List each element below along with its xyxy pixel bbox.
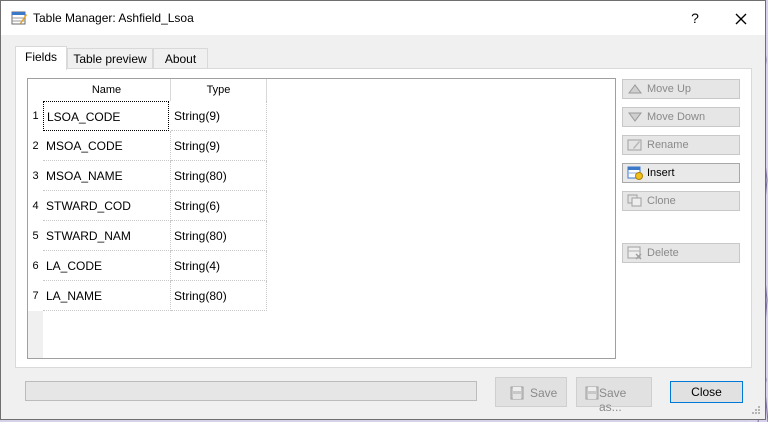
save-icon xyxy=(510,386,524,400)
field-type-cell[interactable]: String(9) xyxy=(171,131,267,161)
header-type[interactable]: Type xyxy=(171,79,267,101)
row-number: 5 xyxy=(28,221,43,251)
save-as-button[interactable]: Save as... xyxy=(576,377,652,414)
field-type-cell[interactable]: String(80) xyxy=(171,281,267,311)
table-manager-icon xyxy=(11,11,27,25)
tab-table-preview[interactable]: Table preview xyxy=(67,48,153,68)
save-button[interactable]: Save xyxy=(495,377,567,407)
clone-icon xyxy=(627,194,642,207)
field-type-cell[interactable]: String(9) xyxy=(171,101,267,131)
title-bar: Table Manager: Ashfield_Lsoa ? xyxy=(1,1,765,35)
field-name-cell[interactable]: STWARD_NAM xyxy=(43,221,171,251)
progress-bar xyxy=(25,381,477,401)
row-number: 1 xyxy=(28,101,43,131)
insert-button[interactable]: Insert xyxy=(622,163,740,183)
close-button[interactable]: Close xyxy=(670,381,743,403)
header-name[interactable]: Name xyxy=(43,79,171,101)
field-type-cell[interactable]: String(80) xyxy=(171,161,267,191)
field-type-cell[interactable]: String(80) xyxy=(171,221,267,251)
tab-about[interactable]: About xyxy=(153,48,208,68)
row-number: 7 xyxy=(28,281,43,311)
fields-panel: Name Type 1 LSOA_CODE String(9) 2 MSOA_C… xyxy=(15,68,752,368)
move-up-button[interactable]: Move Up xyxy=(622,79,740,99)
save-as-icon xyxy=(585,386,599,400)
arrow-up-icon xyxy=(628,84,642,94)
row-number: 4 xyxy=(28,191,43,221)
close-window-icon[interactable] xyxy=(731,9,751,29)
field-name-cell[interactable]: MSOA_NAME xyxy=(43,161,171,191)
resize-grip-icon[interactable] xyxy=(751,405,761,415)
rename-button[interactable]: Rename xyxy=(622,135,740,155)
fields-table[interactable]: Name Type 1 LSOA_CODE String(9) 2 MSOA_C… xyxy=(27,78,616,359)
help-button[interactable]: ? xyxy=(685,7,705,29)
window-title: Table Manager: Ashfield_Lsoa xyxy=(33,11,194,25)
table-corner xyxy=(28,79,43,101)
insert-row-icon xyxy=(627,166,643,180)
field-name-cell[interactable]: LA_NAME xyxy=(43,281,171,311)
rename-icon xyxy=(627,139,642,151)
arrow-down-icon xyxy=(628,112,642,122)
field-name-cell[interactable]: STWARD_COD xyxy=(43,191,171,221)
field-name-cell[interactable]: MSOA_CODE xyxy=(43,131,171,161)
field-name-cell[interactable]: LSOA_CODE xyxy=(43,101,169,131)
field-type-cell[interactable]: String(4) xyxy=(171,251,267,281)
table-manager-dialog: Table Manager: Ashfield_Lsoa ? Fields Ta… xyxy=(0,0,766,420)
row-number: 6 xyxy=(28,251,43,281)
field-type-cell[interactable]: String(6) xyxy=(171,191,267,221)
move-down-button[interactable]: Move Down xyxy=(622,107,740,127)
delete-row-icon xyxy=(627,246,642,260)
delete-button[interactable]: Delete xyxy=(622,243,740,263)
clone-button[interactable]: Clone xyxy=(622,191,740,211)
row-number: 3 xyxy=(28,161,43,191)
tab-fields[interactable]: Fields xyxy=(15,46,67,70)
row-number: 2 xyxy=(28,131,43,161)
field-name-cell[interactable]: LA_CODE xyxy=(43,251,171,281)
